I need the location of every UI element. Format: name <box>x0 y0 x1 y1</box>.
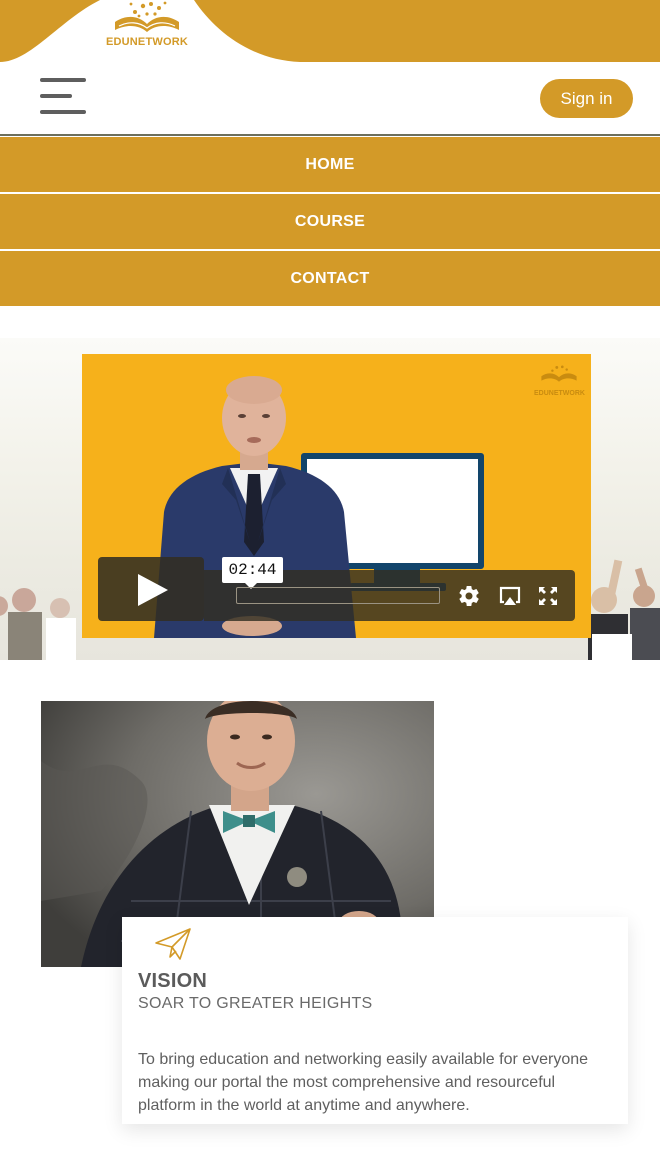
vision-subtitle: SOAR TO GREATER HEIGHTS <box>138 995 373 1012</box>
nav-item-contact[interactable]: CONTACT <box>0 251 660 306</box>
logo[interactable]: EDUNETWORK <box>100 0 194 56</box>
header: Sign in <box>0 62 660 136</box>
vision-title: VISION <box>138 970 207 992</box>
nav-item-course[interactable]: COURSE <box>0 194 660 249</box>
sign-in-button[interactable]: Sign in <box>540 79 633 118</box>
hamburger-menu-icon[interactable] <box>40 76 88 116</box>
play-icon <box>138 574 168 606</box>
open-book-logo-icon <box>541 365 577 382</box>
top-brand-band: EDUNETWORK <box>0 0 660 62</box>
video-watermark-logo: EDUNETWORK <box>534 364 585 397</box>
nav-item-home[interactable]: HOME <box>0 137 660 192</box>
airplay-icon[interactable] <box>497 584 523 608</box>
logo-text: EDUNETWORK <box>105 36 189 48</box>
video-watermark-text: EDUNETWORK <box>534 390 585 397</box>
settings-gear-icon[interactable] <box>456 584 482 608</box>
video-controls: 02:44 <box>98 557 575 621</box>
vision-body: To bring education and networking easily… <box>138 1051 589 1114</box>
vision-card: VISION SOAR TO GREATER HEIGHTS To bring … <box>122 917 628 1124</box>
play-button[interactable] <box>98 557 204 621</box>
open-book-logo-icon <box>115 1 179 32</box>
fullscreen-icon[interactable] <box>535 584 561 608</box>
video-progress-bar[interactable] <box>236 587 440 604</box>
paper-plane-icon <box>155 928 191 960</box>
time-tooltip: 02:44 <box>222 557 283 589</box>
main-nav: HOME COURSE CONTACT <box>0 137 660 308</box>
video-player[interactable]: EDUNETWORK 02:44 <box>82 354 591 638</box>
hero-section: EDUNETWORK 02:44 <box>0 338 660 660</box>
